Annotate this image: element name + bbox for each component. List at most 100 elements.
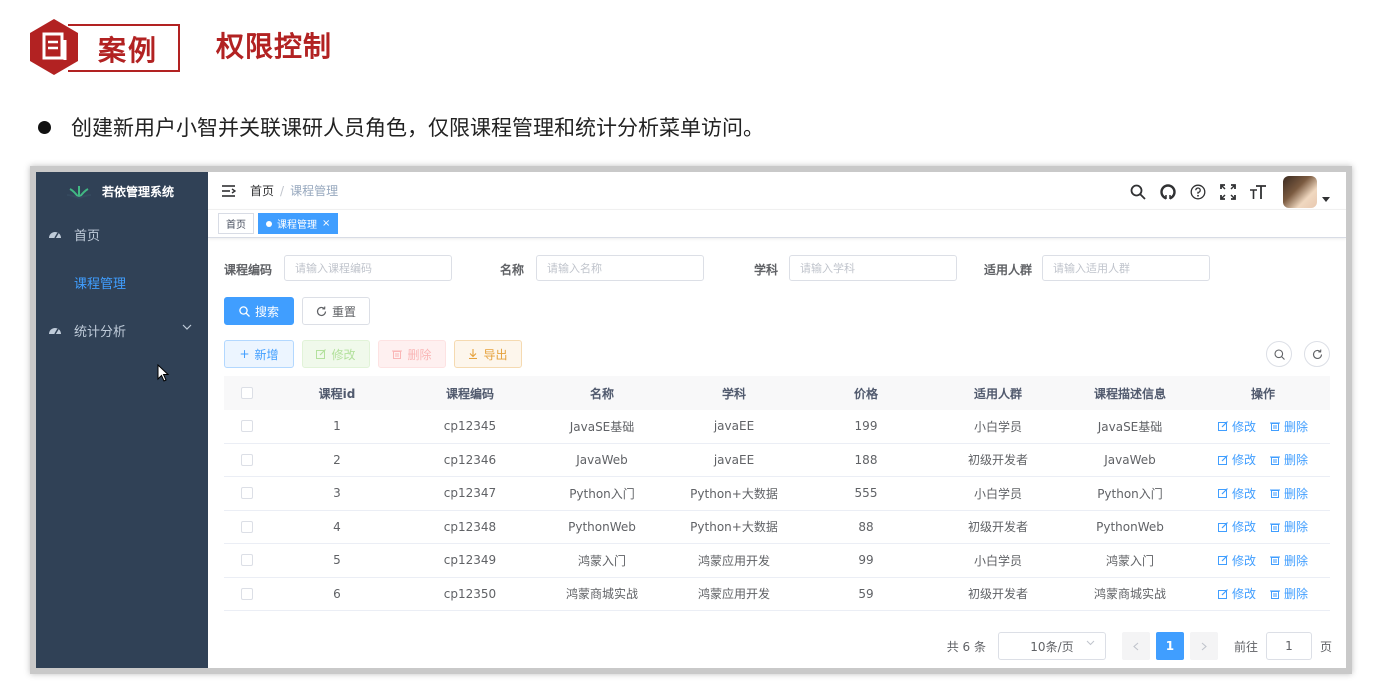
plus-icon: + <box>239 347 250 361</box>
table-cell-name: Python入门 <box>569 486 635 501</box>
table-cell-price: 88 <box>858 519 874 534</box>
search-icon <box>239 305 250 317</box>
sidebar-item-course-management[interactable]: 课程管理 <box>36 258 208 306</box>
sidebar: 若依管理系统 首页 课程管理 统计分析 <box>36 172 208 668</box>
breadcrumb-separator: / <box>280 184 285 198</box>
prev-page-button[interactable] <box>1121 632 1150 660</box>
export-button-label: 导出 <box>483 347 508 362</box>
column-header[interactable]: 课程描述信息 <box>1064 385 1196 402</box>
row-edit-label: 修改 <box>1231 553 1256 568</box>
column-header[interactable]: 课程编码 <box>404 385 536 402</box>
row-checkbox[interactable] <box>241 520 253 533</box>
edit-icon <box>316 349 327 359</box>
chevron-left-icon <box>1133 642 1139 650</box>
main-area: 首页 / 课程管理 首页 课程管理 × 课程编码 请输入课程编码 名称 请输入名… <box>208 172 1346 668</box>
row-delete-button[interactable]: 删除 <box>1270 552 1308 569</box>
chevron-down-icon <box>1086 640 1095 646</box>
table-cell-code: cp12346 <box>443 452 497 467</box>
name-input[interactable]: 请输入名称 <box>536 255 704 281</box>
row-edit-button[interactable]: 修改 <box>1217 552 1256 569</box>
row-checkbox[interactable] <box>241 453 253 466</box>
refresh-table-button[interactable] <box>1304 341 1330 367</box>
row-delete-button[interactable]: 删除 <box>1270 585 1308 602</box>
course-code-input[interactable]: 请输入课程编码 <box>284 255 452 281</box>
user-avatar[interactable] <box>1283 176 1317 208</box>
row-delete-button[interactable]: 删除 <box>1270 418 1308 435</box>
row-checkbox[interactable] <box>241 554 253 567</box>
row-edit-button[interactable]: 修改 <box>1217 451 1256 468</box>
column-header[interactable]: 适用人群 <box>932 385 1064 402</box>
column-header[interactable]: 名称 <box>536 385 668 402</box>
page-size-value: 10条/页 <box>1030 639 1074 654</box>
field-label-name: 名称 <box>500 263 525 277</box>
row-checkbox[interactable] <box>241 487 253 500</box>
goto-page-input[interactable]: 1 <box>1265 632 1312 660</box>
edit-button-label: 修改 <box>331 347 356 362</box>
tag-course-management[interactable]: 课程管理 × <box>258 213 339 234</box>
field-label-subject: 学科 <box>754 263 779 277</box>
hamburger-icon[interactable] <box>222 184 236 197</box>
edit-button[interactable]: 修改 <box>302 340 370 368</box>
caret-down-icon[interactable] <box>1322 196 1330 202</box>
row-edit-button[interactable]: 修改 <box>1217 518 1256 535</box>
row-checkbox[interactable] <box>241 587 253 600</box>
close-icon[interactable]: × <box>322 218 330 229</box>
page-number[interactable]: 1 <box>1155 632 1184 660</box>
row-checkbox-cell <box>224 453 270 466</box>
pagination-total: 共 6 条 <box>946 639 986 654</box>
column-header[interactable]: 课程id <box>270 385 404 402</box>
chevron-right-icon <box>1201 642 1207 650</box>
case-badge: 案例 <box>28 18 180 75</box>
reset-button[interactable]: 重置 <box>302 297 370 325</box>
toggle-search-button[interactable] <box>1266 341 1292 367</box>
trash-icon <box>1270 590 1280 599</box>
sidebar-logo[interactable]: 若依管理系统 <box>36 172 208 210</box>
row-checkbox[interactable] <box>241 420 253 433</box>
font-size-icon[interactable] <box>1249 183 1267 201</box>
audience-input[interactable]: 请输入适用人群 <box>1042 255 1210 281</box>
row-delete-button[interactable]: 删除 <box>1270 451 1308 468</box>
table-cell-price: 188 <box>854 452 878 467</box>
document-icon <box>30 19 78 75</box>
search-button[interactable]: 搜索 <box>224 297 294 325</box>
app-window: 若依管理系统 首页 课程管理 统计分析 首页 / 课程管理 首页 课程管理 × … <box>30 166 1352 674</box>
field-label-code: 课程编码 <box>224 263 273 277</box>
row-delete-button[interactable]: 删除 <box>1270 485 1308 502</box>
column-header[interactable]: 价格 <box>800 385 932 402</box>
table-cell-desc: 鸿蒙商城实战 <box>1093 587 1166 602</box>
chevron-down-icon <box>182 324 192 330</box>
next-page-button[interactable] <box>1189 632 1218 660</box>
github-icon[interactable] <box>1159 183 1177 201</box>
delete-button-label: 删除 <box>407 347 432 362</box>
table-cell-id: 3 <box>333 486 341 501</box>
fullscreen-icon[interactable] <box>1219 183 1237 201</box>
row-edit-label: 修改 <box>1231 486 1256 501</box>
edit-icon <box>1217 588 1228 599</box>
row-edit-button[interactable]: 修改 <box>1217 418 1256 435</box>
select-all-checkbox[interactable] <box>241 387 253 399</box>
delete-button[interactable]: 删除 <box>378 340 446 368</box>
table-cell-subject: Python+大数据 <box>690 486 778 501</box>
edit-icon <box>1217 454 1228 465</box>
search-form: 课程编码 请输入课程编码 名称 请输入名称 学科 请输入学科 适用人群 请输入适… <box>224 255 1346 283</box>
table-cell-subject: javaEE <box>713 452 755 467</box>
search-icon[interactable] <box>1129 183 1147 201</box>
row-checkbox-cell <box>224 554 270 567</box>
table-cell-desc: JavaWeb <box>1104 452 1156 467</box>
row-edit-button[interactable]: 修改 <box>1217 485 1256 502</box>
row-checkbox-cell <box>224 520 270 533</box>
column-header[interactable]: 学科 <box>668 385 800 402</box>
breadcrumb: 首页 / 课程管理 <box>250 182 338 199</box>
row-delete-button[interactable]: 删除 <box>1270 518 1308 535</box>
sidebar-item-home[interactable]: 首页 <box>36 210 208 258</box>
export-button[interactable]: 导出 <box>454 340 522 368</box>
breadcrumb-home[interactable]: 首页 <box>250 184 274 198</box>
tag-home[interactable]: 首页 <box>218 213 254 234</box>
add-button[interactable]: + 新增 <box>224 340 294 368</box>
subject-input[interactable]: 请输入学科 <box>789 255 957 281</box>
sidebar-item-statistics[interactable]: 统计分析 <box>36 306 208 354</box>
page-size-select[interactable]: 10条/页 <box>997 632 1106 660</box>
row-edit-button[interactable]: 修改 <box>1217 585 1256 602</box>
help-icon[interactable] <box>1189 183 1207 201</box>
table-cell-audience: 初级开发者 <box>967 520 1028 535</box>
